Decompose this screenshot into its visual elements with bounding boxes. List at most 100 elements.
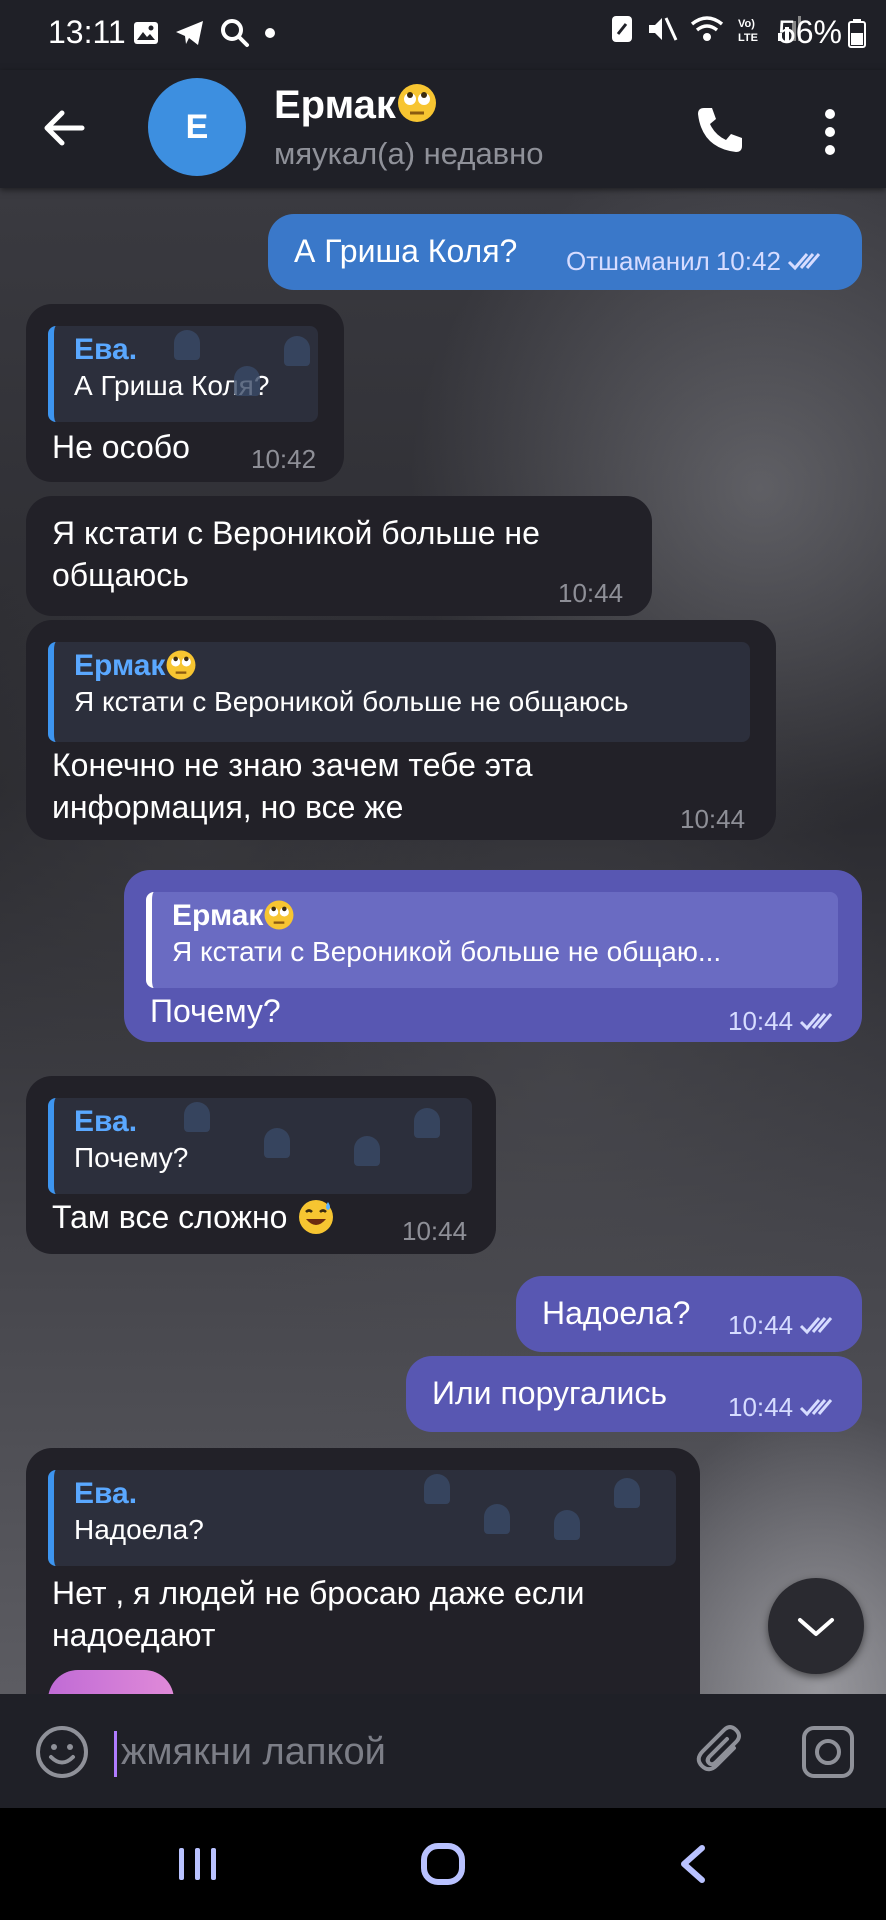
message-composer: жмякни лапкой [0,1694,886,1808]
double-check-icon [800,1013,833,1031]
message-time: 10:44 [728,1310,794,1340]
volte-icon: Vo) LTE [738,18,758,44]
recent-apps-icon[interactable] [176,1844,220,1884]
nfc-icon [612,16,632,42]
reply-quote[interactable]: Ева. А Гриша Коля? [48,326,318,422]
ghost-pattern [614,1478,640,1508]
reply-text: А Гриша Коля? [74,370,270,401]
more-vert-icon[interactable] [810,102,850,162]
smile-icon[interactable] [34,1724,90,1780]
roll-eyes-emoji-icon [264,900,294,930]
message-incoming[interactable]: Ермак Я кстати с Вероникой больше не общ… [26,620,776,840]
double-check-icon [787,253,821,271]
status-time: 13:11 [48,14,126,50]
reply-author-text: Ермак [74,649,166,682]
ghost-pattern [284,336,310,366]
message-incoming[interactable]: Ева. Почему? Там все сложно 10:44 [26,1076,496,1254]
battery-percent: 56% [777,14,842,50]
message-text-line: надоедают [52,1617,216,1653]
message-incoming[interactable]: Ева. А Гриша Коля? Не особо 10:42 [26,304,344,482]
reply-text: Я кстати с Вероникой больше не общаю... [172,936,722,967]
message-time: 10:42 [715,246,781,276]
text-cursor [114,1730,117,1777]
reply-author-text: Ермак [172,899,264,932]
message-text-line: информация, но все же [52,789,404,825]
message-text-line: Конечно не знаю зачем тебе эта [52,747,533,783]
gallery-icon [134,22,158,44]
sweat-smile-emoji-icon [299,1200,334,1234]
message-time: 10:42 [251,444,317,474]
message-time: 10:44 [728,1392,794,1422]
avatar[interactable]: E [148,78,246,176]
reply-quote[interactable]: Ева. Надоела? [48,1470,676,1566]
system-icons: Vo) LTE [610,14,802,44]
message-status-label: Отшаманил [566,246,710,276]
telegram-icon [176,21,203,45]
camera-icon[interactable] [800,1724,856,1780]
roll-eyes-emoji-icon [166,650,196,680]
message-text-line: Нет , я людей не бросаю даже если [52,1575,585,1611]
message-time: 10:44 [680,804,746,834]
message-incoming[interactable]: Ева. Надоела? Нет , я людей не бросаю да… [26,1448,700,1694]
chat-header: E Ермак мяукал(а) недавно [0,70,886,188]
message-incoming[interactable]: Я кстати с Вероникой больше не общаюсь 1… [26,496,652,616]
message-meta: 10:44 [728,1386,839,1428]
chat-title-text: Ермак [274,83,396,127]
message-time: 10:44 [558,578,624,608]
phone-icon[interactable] [690,100,750,160]
roll-eyes-emoji-icon [397,84,436,122]
system-navigation-bar [0,1808,886,1920]
message-text: Надоела? [542,1295,691,1331]
message-text: А Гриша Коля? [294,233,518,269]
ghost-pattern [424,1474,450,1504]
ghost-pattern [184,1102,210,1132]
ghost-pattern [354,1136,380,1166]
scroll-down-button[interactable] [768,1578,864,1674]
message-time: 10:44 [728,1006,794,1036]
reply-author: Ермак [74,648,750,684]
message-text: Там все сложно [52,1196,336,1238]
notification-icons [132,18,276,48]
message-outgoing[interactable]: Ермак Я кстати с Вероникой больше не общ… [124,870,862,1042]
message-text: Почему? [150,993,281,1029]
battery-icon [848,18,866,48]
reply-quote[interactable]: Ева. Почему? [48,1098,472,1194]
reply-quote[interactable]: Ермак Я кстати с Вероникой больше не общ… [48,642,750,742]
message-meta: 10:44 [728,1000,839,1042]
message-outgoing[interactable]: А Гриша Коля? Отшаманил 10:42 [268,214,862,290]
message-text: Или поругались [432,1375,667,1411]
message-input[interactable]: жмякни лапкой [114,1722,674,1782]
search-icon [221,19,249,47]
chat-status: мяукал(а) недавно [274,136,544,171]
status-bar: 13:11 Vo) LTE 56% [0,0,886,70]
wifi-icon [690,16,724,41]
message-list[interactable]: А Гриша Коля? Отшаманил 10:42 Ева. А Гри… [0,188,886,1694]
message-input-placeholder: жмякни лапкой [121,1731,386,1773]
battery-indicator: 56% [778,14,866,51]
message-outgoing[interactable]: Надоела? 10:44 [516,1276,862,1352]
double-check-icon [800,1317,833,1335]
chevron-down-icon [798,1618,834,1636]
ghost-pattern [554,1510,580,1540]
message-outgoing[interactable]: Или поругались 10:44 [406,1356,862,1432]
message-text-line: общаюсь [52,557,189,593]
double-check-icon [800,1399,833,1417]
ghost-pattern [234,366,260,396]
message-text: Не особо [52,429,190,465]
dot-icon [265,28,275,38]
svg-text:Vo): Vo) [738,18,755,30]
nav-back-icon[interactable] [676,1842,708,1886]
ghost-pattern [484,1504,510,1534]
chat-title[interactable]: Ермак [274,82,438,128]
sticker-preview[interactable] [48,1670,174,1694]
reply-quote[interactable]: Ермак Я кстати с Вероникой больше не общ… [146,892,838,988]
back-arrow-icon[interactable] [36,100,92,156]
message-meta: 10:44 [728,1304,839,1346]
home-icon[interactable] [420,1842,466,1886]
reply-author: Ева. [74,1477,138,1510]
reply-text: Я кстати с Вероникой больше не общаюсь [74,686,629,717]
message-meta: Отшаманил 10:42 [566,240,827,282]
svg-text:LTE: LTE [738,32,758,44]
ghost-pattern [414,1108,440,1138]
paperclip-icon[interactable] [694,1724,750,1780]
